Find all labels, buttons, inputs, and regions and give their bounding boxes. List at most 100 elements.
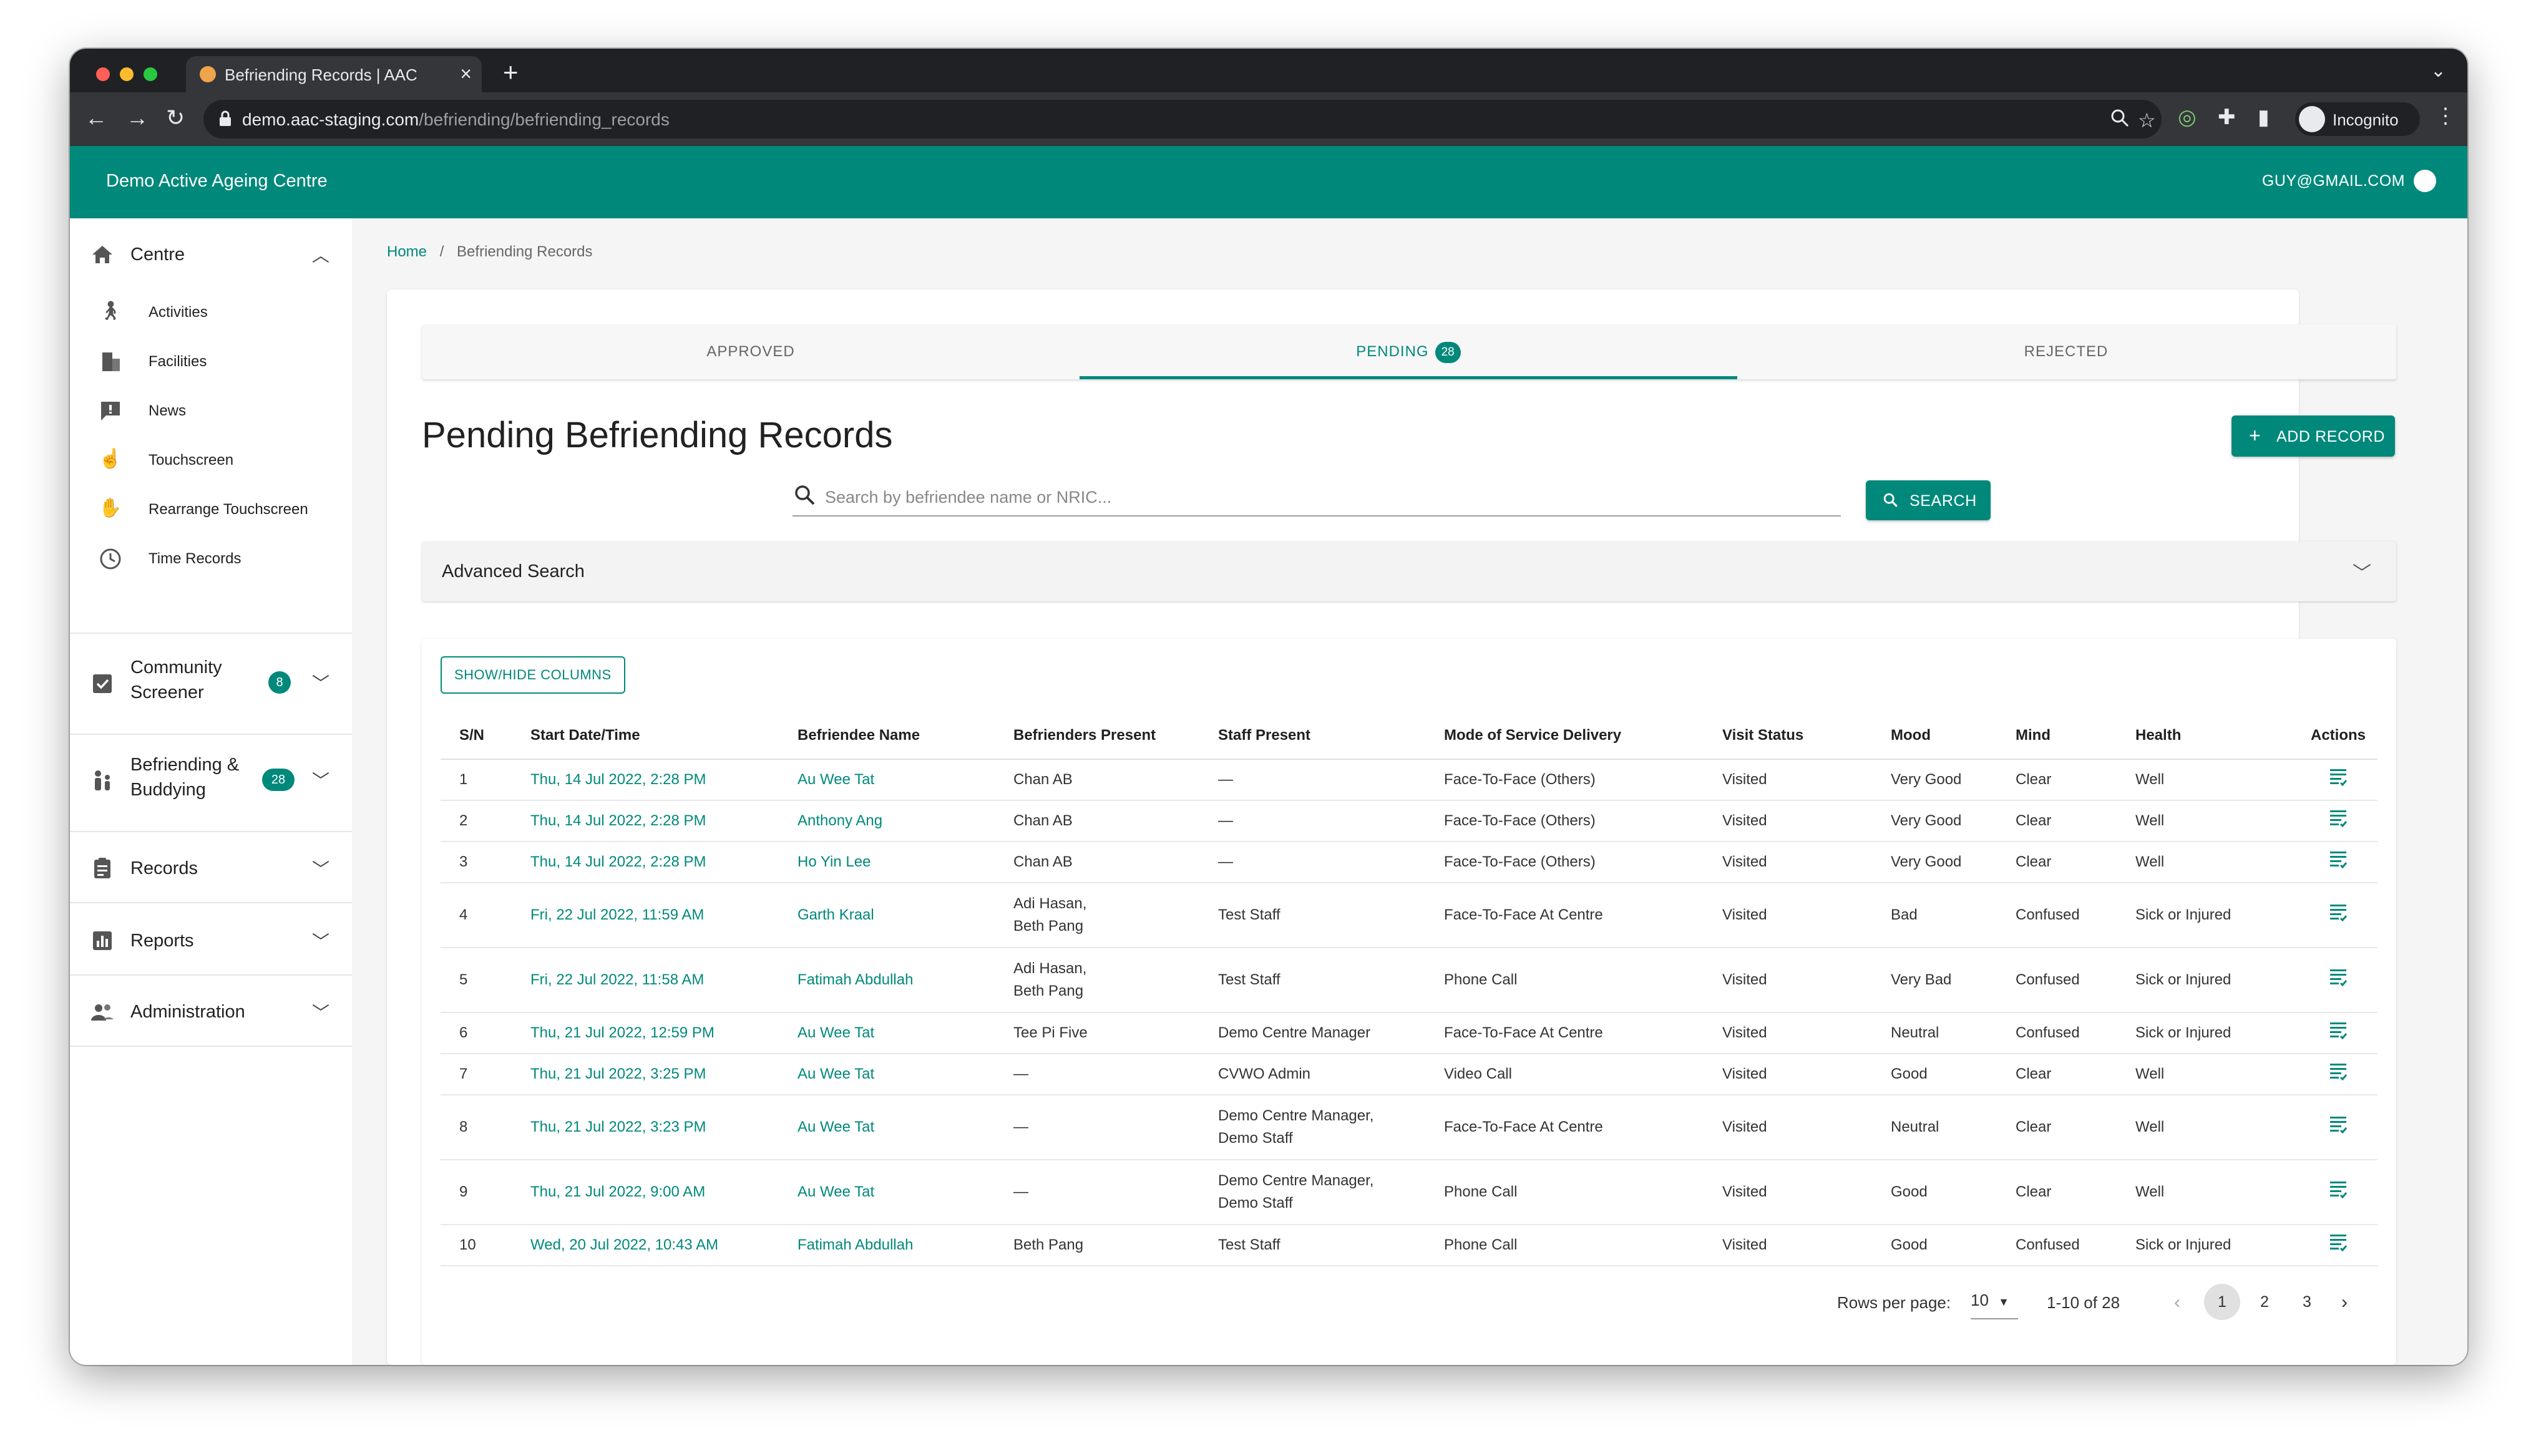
col-header-mode[interactable]: Mode of Service Delivery bbox=[1444, 712, 1722, 760]
forward-arrow-icon[interactable]: → bbox=[126, 105, 149, 131]
reload-icon[interactable]: ↻ bbox=[166, 105, 185, 131]
cell-befriendee[interactable]: Anthony Ang bbox=[797, 800, 1013, 842]
view-details-icon[interactable] bbox=[2329, 1020, 2348, 1040]
sidebar-item-touchscreen[interactable]: ☝ Touchscreen bbox=[70, 446, 352, 473]
close-tab-icon[interactable]: × bbox=[460, 62, 472, 85]
table-row[interactable]: 1 Thu, 14 Jul 2022, 2:28 PM Au Wee Tat C… bbox=[441, 759, 2378, 801]
advanced-search-panel[interactable]: Advanced Search ﹀ bbox=[422, 541, 2396, 601]
cell-date[interactable]: Thu, 21 Jul 2022, 3:23 PM bbox=[530, 1095, 797, 1160]
page-1-button[interactable]: 1 bbox=[2204, 1284, 2240, 1320]
back-arrow-icon[interactable]: ← bbox=[85, 105, 107, 131]
cell-befriendee[interactable]: Au Wee Tat bbox=[797, 759, 1013, 801]
extension-icon[interactable]: ◎ bbox=[2178, 105, 2197, 130]
cell-befriendee[interactable]: Au Wee Tat bbox=[797, 1012, 1013, 1054]
cell-befriendee[interactable]: Au Wee Tat bbox=[797, 1054, 1013, 1095]
col-header-sn[interactable]: S/N bbox=[441, 712, 530, 760]
bookmark-star-icon[interactable]: ☆ bbox=[2138, 109, 2156, 132]
view-details-icon[interactable] bbox=[2329, 1061, 2348, 1081]
minimize-window-button[interactable] bbox=[120, 67, 134, 81]
next-page-icon[interactable]: › bbox=[2341, 1284, 2348, 1321]
zoom-search-icon[interactable] bbox=[2110, 109, 2129, 127]
browser-tab[interactable]: Befriending Records | AAC × bbox=[186, 56, 482, 92]
view-details-icon[interactable] bbox=[2329, 902, 2348, 922]
sidebar-section-administration[interactable]: Administration ﹀ bbox=[70, 994, 352, 1029]
rows-per-page-select[interactable]: 10 ▼ bbox=[1971, 1284, 2018, 1319]
view-details-icon[interactable] bbox=[2329, 1114, 2348, 1134]
side-panel-icon[interactable]: ▮ bbox=[2258, 105, 2270, 130]
table-row[interactable]: 2 Thu, 14 Jul 2022, 2:28 PM Anthony Ang … bbox=[441, 800, 2378, 842]
tab-approved[interactable]: APPROVED bbox=[422, 324, 1080, 379]
cell-date[interactable]: Thu, 21 Jul 2022, 3:25 PM bbox=[530, 1054, 797, 1095]
cell-befriendee[interactable]: Ho Yin Lee bbox=[797, 842, 1013, 883]
col-header-mood[interactable]: Mood bbox=[1891, 712, 2016, 760]
add-record-button[interactable]: + ADD RECORD bbox=[2231, 415, 2395, 457]
table-row[interactable]: 5 Fri, 22 Jul 2022, 11:58 AM Fatimah Abd… bbox=[441, 948, 2378, 1013]
incognito-profile-button[interactable]: Incognito bbox=[2295, 102, 2420, 136]
cell-befriendee[interactable]: Fatimah Abdullah bbox=[797, 1225, 1013, 1266]
cell-befriendee[interactable]: Garth Kraal bbox=[797, 883, 1013, 948]
sidebar-item-activities[interactable]: 🚶︎ Activities bbox=[70, 298, 352, 326]
table-row[interactable]: 4 Fri, 22 Jul 2022, 11:59 AM Garth Kraal… bbox=[441, 883, 2378, 948]
address-bar[interactable]: demo.aac-staging.com/befriending/befrien… bbox=[203, 100, 2162, 138]
cell-date[interactable]: Thu, 14 Jul 2022, 2:28 PM bbox=[530, 759, 797, 801]
page-3-button[interactable]: 3 bbox=[2289, 1284, 2325, 1320]
col-header-mind[interactable]: Mind bbox=[2016, 712, 2135, 760]
col-header-start-date[interactable]: Start Date/Time bbox=[530, 712, 797, 760]
maximize-window-button[interactable] bbox=[144, 67, 157, 81]
table-row[interactable]: 3 Thu, 14 Jul 2022, 2:28 PM Ho Yin Lee C… bbox=[441, 842, 2378, 883]
table-row[interactable]: 8 Thu, 21 Jul 2022, 3:23 PM Au Wee Tat —… bbox=[441, 1095, 2378, 1160]
tab-pending[interactable]: PENDING 28 bbox=[1080, 324, 1737, 379]
col-header-visit-status[interactable]: Visit Status bbox=[1722, 712, 1891, 760]
table-row[interactable]: 6 Thu, 21 Jul 2022, 12:59 PM Au Wee Tat … bbox=[441, 1012, 2378, 1054]
view-details-icon[interactable] bbox=[2329, 808, 2348, 828]
view-details-icon[interactable] bbox=[2329, 1179, 2348, 1199]
brand-title[interactable]: Demo Active Ageing Centre bbox=[106, 171, 328, 192]
cell-date[interactable]: Thu, 21 Jul 2022, 12:59 PM bbox=[530, 1012, 797, 1054]
cell-befriendee[interactable]: Au Wee Tat bbox=[797, 1095, 1013, 1160]
cell-befriendee[interactable]: Fatimah Abdullah bbox=[797, 948, 1013, 1013]
tab-rejected[interactable]: REJECTED bbox=[1737, 324, 2395, 379]
show-hide-columns-button[interactable]: SHOW/HIDE COLUMNS bbox=[441, 656, 625, 694]
cell-date[interactable]: Thu, 14 Jul 2022, 2:28 PM bbox=[530, 842, 797, 883]
account-circle-icon[interactable] bbox=[2414, 170, 2436, 192]
close-window-button[interactable] bbox=[96, 67, 110, 81]
sidebar-section-records[interactable]: Records ﹀ bbox=[70, 851, 352, 886]
view-details-icon[interactable] bbox=[2329, 967, 2348, 987]
cell-befriendee[interactable]: Au Wee Tat bbox=[797, 1160, 1013, 1225]
search-input[interactable] bbox=[824, 483, 1831, 512]
view-details-icon[interactable] bbox=[2329, 767, 2348, 787]
new-tab-icon[interactable]: + bbox=[503, 57, 519, 87]
sidebar-section-reports[interactable]: Reports ﹀ bbox=[70, 923, 352, 958]
prev-page-icon[interactable]: ‹ bbox=[2174, 1284, 2180, 1321]
page-2-button[interactable]: 2 bbox=[2246, 1284, 2283, 1320]
cell-date[interactable]: Thu, 14 Jul 2022, 2:28 PM bbox=[530, 800, 797, 842]
table-row[interactable]: 10 Wed, 20 Jul 2022, 10:43 AM Fatimah Ab… bbox=[441, 1225, 2378, 1266]
search-button[interactable]: SEARCH bbox=[1866, 480, 1991, 520]
col-header-befrienders[interactable]: Befrienders Present bbox=[1013, 712, 1218, 760]
cell-date[interactable]: Wed, 20 Jul 2022, 10:43 AM bbox=[530, 1225, 797, 1266]
table-row[interactable]: 9 Thu, 21 Jul 2022, 9:00 AM Au Wee Tat —… bbox=[441, 1160, 2378, 1225]
cell-date[interactable]: Fri, 22 Jul 2022, 11:59 AM bbox=[530, 883, 797, 948]
sidebar-item-rearrange-touchscreen[interactable]: ✋ Rearrange Touchscreen bbox=[70, 495, 352, 523]
col-header-staff[interactable]: Staff Present bbox=[1218, 712, 1444, 760]
breadcrumb-home[interactable]: Home bbox=[387, 243, 427, 260]
more-vert-icon[interactable]: ⋮ bbox=[2435, 104, 2456, 129]
cell-date[interactable]: Thu, 21 Jul 2022, 9:00 AM bbox=[530, 1160, 797, 1225]
sidebar-section-community-screener[interactable]: Community Screener 8 ﹀ bbox=[70, 655, 352, 711]
sidebar-item-news[interactable]: News bbox=[70, 397, 352, 424]
table-row[interactable]: 7 Thu, 21 Jul 2022, 3:25 PM Au Wee Tat —… bbox=[441, 1054, 2378, 1095]
col-header-health[interactable]: Health bbox=[2135, 712, 2299, 760]
col-header-befriendee[interactable]: Befriendee Name bbox=[797, 712, 1013, 760]
view-details-icon[interactable] bbox=[2329, 849, 2348, 869]
sidebar-item-facilities[interactable]: Facilities bbox=[70, 347, 352, 375]
view-details-icon[interactable] bbox=[2329, 1232, 2348, 1252]
chevron-down-icon[interactable]: ⌄ bbox=[2431, 60, 2446, 82]
sidebar-item-time-records[interactable]: Time Records bbox=[70, 545, 352, 572]
tab-indicator bbox=[1080, 376, 1737, 379]
cell-status: Visited bbox=[1722, 883, 1891, 948]
user-email[interactable]: GUY@GMAIL.COM bbox=[2262, 172, 2405, 190]
puzzle-icon[interactable]: ✚ bbox=[2218, 105, 2236, 130]
sidebar-section-befriending[interactable]: Befriending & Buddying 28 ﹀ bbox=[70, 752, 352, 808]
cell-date[interactable]: Fri, 22 Jul 2022, 11:58 AM bbox=[530, 948, 797, 1013]
sidebar-section-centre[interactable]: Centre ︿ bbox=[70, 237, 352, 272]
